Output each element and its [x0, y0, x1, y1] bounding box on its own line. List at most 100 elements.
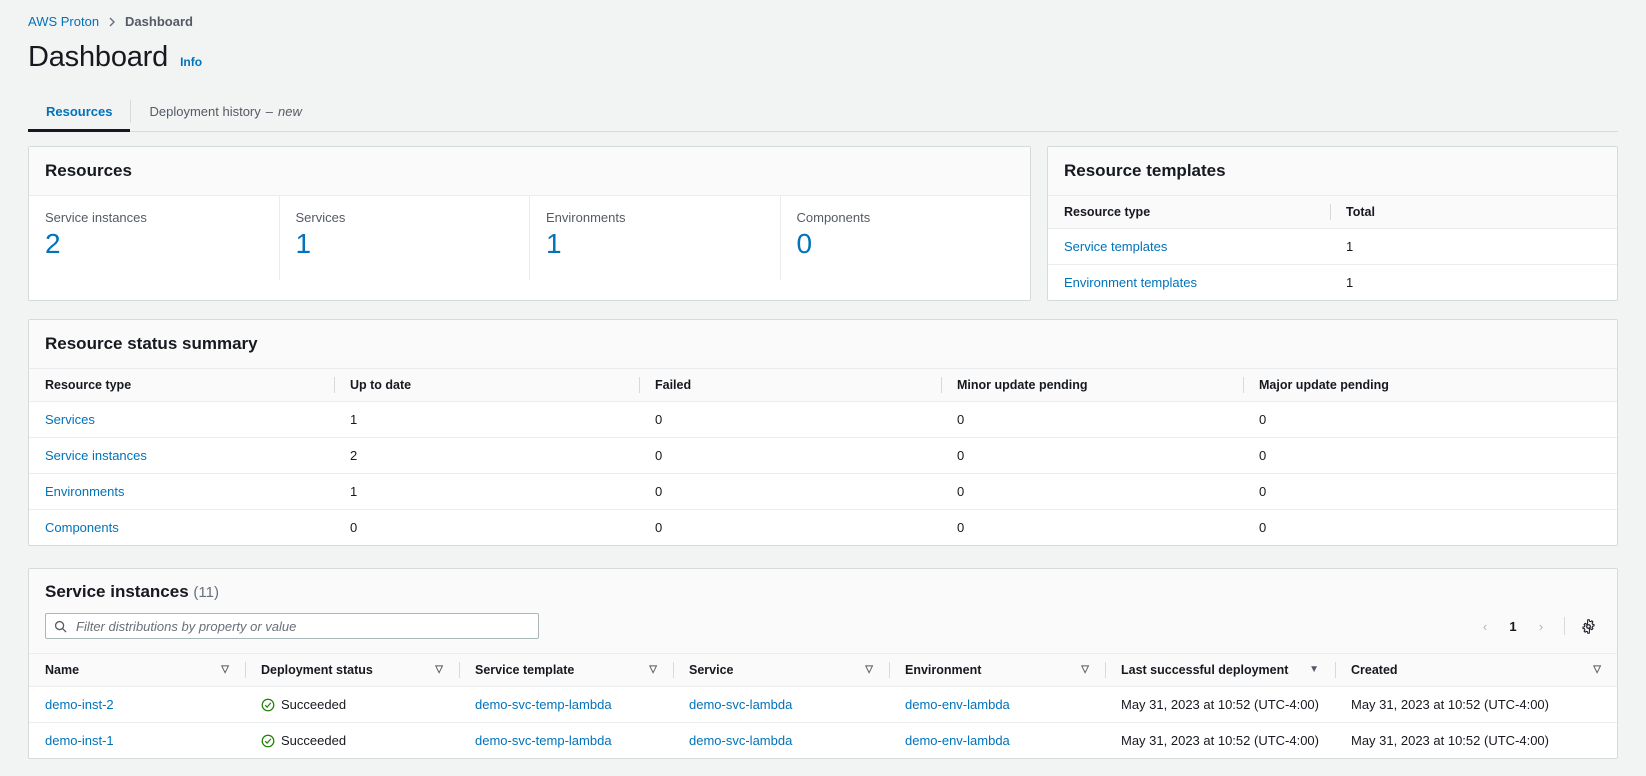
table-row: Environments 1 0 0 0 [29, 474, 1617, 510]
col-created[interactable]: Created [1335, 654, 1617, 687]
metric-label: Environments [546, 210, 764, 225]
cell-failed: 0 [639, 474, 941, 510]
link-environment-templates[interactable]: Environment templates [1064, 275, 1197, 290]
sort-desc-icon[interactable] [865, 665, 873, 675]
cell-minor: 0 [941, 402, 1243, 438]
link-environment[interactable]: demo-env-lambda [905, 697, 1010, 712]
resource-status-summary-card: Resource status summary Resource type Up… [28, 319, 1618, 546]
link-service-templates[interactable]: Service templates [1064, 239, 1167, 254]
col-created-label: Created [1351, 663, 1398, 677]
sort-desc-active-icon[interactable] [1309, 665, 1319, 675]
service-instances-title: Service instances [45, 582, 189, 601]
status-badge: Succeeded [261, 733, 443, 748]
page-title-row: Dashboard Info [0, 29, 1646, 74]
tab-resources[interactable]: Resources [28, 92, 130, 131]
metric-service-instances: Service instances 2 [29, 196, 279, 280]
success-check-icon [261, 698, 275, 712]
metric-components: Components 0 [780, 196, 1031, 280]
cell-major: 0 [1243, 474, 1617, 510]
chevron-right-icon [107, 17, 117, 27]
link-environments[interactable]: Environments [45, 484, 124, 499]
col-service[interactable]: Service [673, 654, 889, 687]
cell-last-successful-deployment: May 31, 2023 at 10:52 (UTC-4:00) [1105, 723, 1335, 759]
pagination-prev-button[interactable]: ‹ [1472, 613, 1498, 639]
cell-minor: 0 [941, 510, 1243, 546]
sort-desc-icon[interactable] [649, 665, 657, 675]
tab-new-badge: new [278, 104, 302, 119]
table-header-row: Resource type Up to date Failed Minor up… [29, 369, 1617, 402]
table-header-row: Name Deployment status Service template [29, 654, 1617, 687]
metric-services: Services 1 [279, 196, 530, 280]
info-link[interactable]: Info [180, 55, 202, 69]
table-header-row: Resource type Total [1048, 196, 1617, 229]
table-row: Service instances 2 0 0 0 [29, 438, 1617, 474]
metric-label: Components [797, 210, 1015, 225]
tab-bar: Resources Deployment history – new [28, 92, 1618, 132]
breadcrumb-current-dashboard: Dashboard [125, 14, 193, 29]
link-instance-name[interactable]: demo-inst-2 [45, 697, 114, 712]
col-total: Total [1330, 196, 1617, 229]
link-environment[interactable]: demo-env-lambda [905, 733, 1010, 748]
service-instances-title-row: Service instances (11) [45, 582, 1601, 602]
metric-environments: Environments 1 [529, 196, 780, 280]
link-service-template[interactable]: demo-svc-temp-lambda [475, 697, 612, 712]
metric-value: 1 [296, 229, 514, 260]
status-label: Succeeded [281, 697, 346, 712]
table-row: demo-inst-1 Succeeded demo [29, 723, 1617, 759]
cell-major: 0 [1243, 510, 1617, 546]
link-service-template[interactable]: demo-svc-temp-lambda [475, 733, 612, 748]
dashboard-page: AWS Proton Dashboard Dashboard Info Reso… [0, 0, 1646, 776]
link-service-instances[interactable]: Service instances [45, 448, 147, 463]
link-instance-name[interactable]: demo-inst-1 [45, 733, 114, 748]
filter-search-box[interactable] [45, 613, 539, 639]
cell-created: May 31, 2023 at 10:52 (UTC-4:00) [1335, 723, 1617, 759]
sort-desc-icon[interactable] [1081, 665, 1089, 675]
col-major-update-pending: Major update pending [1243, 369, 1617, 402]
col-deployment-status[interactable]: Deployment status [245, 654, 459, 687]
resource-templates-card: Resource templates Resource type Total S… [1047, 146, 1618, 301]
breadcrumb-link-aws-proton[interactable]: AWS Proton [28, 14, 99, 29]
cell-total: 1 [1330, 229, 1617, 265]
table-row: Services 1 0 0 0 [29, 402, 1617, 438]
page-title: Dashboard [28, 41, 168, 74]
col-last-successful-deployment[interactable]: Last successful deployment [1105, 654, 1335, 687]
cell-total: 1 [1330, 265, 1617, 301]
sort-desc-icon[interactable] [1593, 665, 1601, 675]
link-service[interactable]: demo-svc-lambda [689, 733, 792, 748]
search-input[interactable] [74, 618, 530, 635]
metric-value: 0 [797, 229, 1015, 260]
metric-label: Services [296, 210, 514, 225]
sort-desc-icon[interactable] [221, 665, 229, 675]
cell-created: May 31, 2023 at 10:52 (UTC-4:00) [1335, 687, 1617, 723]
metric-value: 2 [45, 229, 263, 260]
resource-status-summary-title: Resource status summary [29, 320, 1617, 369]
status-label: Succeeded [281, 733, 346, 748]
gear-icon[interactable] [1575, 613, 1601, 639]
col-environment-label: Environment [905, 663, 981, 677]
resources-card-title: Resources [29, 147, 1030, 196]
col-environment[interactable]: Environment [889, 654, 1105, 687]
pagination-next-button[interactable]: › [1528, 613, 1554, 639]
link-service[interactable]: demo-svc-lambda [689, 697, 792, 712]
service-instances-table: Name Deployment status Service template [29, 654, 1617, 758]
col-service-template[interactable]: Service template [459, 654, 673, 687]
table-row: Service templates 1 [1048, 229, 1617, 265]
pagination: ‹ 1 › [1472, 613, 1601, 639]
tab-deployment-history[interactable]: Deployment history – new [131, 92, 319, 131]
resource-status-summary-table: Resource type Up to date Failed Minor up… [29, 369, 1617, 545]
cell-major: 0 [1243, 402, 1617, 438]
col-deployment-status-label: Deployment status [261, 663, 373, 677]
tab-deployment-history-label: Deployment history [149, 104, 260, 119]
col-name[interactable]: Name [29, 654, 245, 687]
cell-up-to-date: 2 [334, 438, 639, 474]
col-minor-update-pending: Minor update pending [941, 369, 1243, 402]
cell-minor: 0 [941, 474, 1243, 510]
resources-card: Resources Service instances 2 Services 1… [28, 146, 1031, 301]
link-services[interactable]: Services [45, 412, 95, 427]
cell-major: 0 [1243, 438, 1617, 474]
sort-desc-icon[interactable] [435, 665, 443, 675]
service-instances-controls: ‹ 1 › [45, 613, 1601, 639]
pagination-page-1[interactable]: 1 [1502, 619, 1524, 634]
link-components[interactable]: Components [45, 520, 119, 535]
table-row: Components 0 0 0 0 [29, 510, 1617, 546]
